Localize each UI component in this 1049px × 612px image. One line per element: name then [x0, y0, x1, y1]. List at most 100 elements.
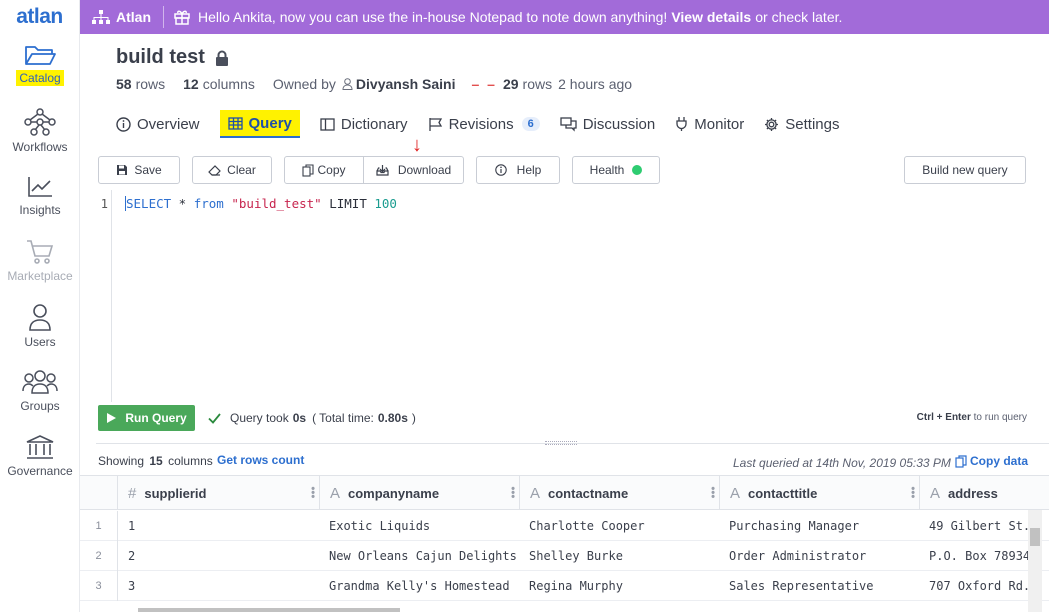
sidebar-item-workflows[interactable]: Workflows — [0, 108, 80, 154]
play-icon — [107, 413, 117, 423]
columns-label: columns — [202, 76, 255, 92]
table-row[interactable]: 2 2 New Orleans Cajun Delights Shelley B… — [80, 541, 1049, 571]
tab-query[interactable]: Query — [219, 110, 300, 138]
column-header-contactname[interactable]: A contactname • • • — [520, 476, 720, 510]
column-name: companyname — [348, 485, 440, 501]
column-header-contacttitle[interactable]: A contacttitle • • • — [720, 476, 920, 510]
health-button[interactable]: Health — [572, 156, 660, 184]
owner-name[interactable]: Divyansh Saini — [356, 76, 456, 92]
flag-icon — [428, 117, 442, 131]
gear-icon — [765, 117, 779, 131]
table-cell[interactable]: Purchasing Manager — [729, 511, 917, 541]
table-cell[interactable]: Grandma Kelly's Homestead — [329, 571, 517, 601]
column-header-address[interactable]: A address — [920, 476, 1049, 510]
workflow-icon — [24, 108, 56, 136]
updated-time: 2 hours ago — [558, 76, 633, 92]
sql-table-name: "build_test" — [231, 196, 322, 211]
table-cell[interactable]: Sales Representative — [729, 571, 917, 601]
table-cell[interactable]: 3 — [128, 571, 318, 601]
table-icon — [227, 116, 243, 130]
tab-discussion[interactable]: Discussion — [560, 110, 655, 138]
query-took-label: Query took — [230, 411, 289, 425]
tab-monitor[interactable]: Monitor — [675, 110, 744, 138]
copy-data-button[interactable]: Copy data — [955, 454, 1028, 468]
table-cell[interactable]: Exotic Liquids — [329, 511, 517, 541]
tab-dictionary[interactable]: Dictionary — [320, 110, 408, 138]
sidebar-item-catalog[interactable]: Catalog — [0, 44, 80, 86]
build-new-query-button[interactable]: Build new query — [904, 156, 1026, 184]
column-menu-icon[interactable]: • • • — [511, 484, 515, 503]
banner-suffix-text: or check later. — [755, 9, 843, 25]
sidebar-item-users[interactable]: Users — [0, 303, 80, 349]
row-number: 1 — [80, 511, 118, 541]
help-button[interactable]: Help — [476, 156, 560, 184]
page-title: build test — [116, 46, 229, 69]
sql-editor[interactable]: 1 SELECT * from "build_test" LIMIT 100 — [96, 190, 1049, 402]
banner-brand: Atlan — [80, 6, 164, 28]
download-icon — [376, 165, 389, 176]
shortcut-text: to run query — [973, 412, 1027, 423]
sidebar: atlan Catalog Workflows Insights Marketp… — [0, 0, 80, 612]
run-query-label: Run Query — [125, 411, 187, 425]
run-query-button[interactable]: Run Query — [98, 405, 195, 431]
download-button[interactable]: Download — [363, 156, 464, 184]
table-cell[interactable]: 1 — [128, 511, 318, 541]
column-menu-icon[interactable]: • • • — [711, 484, 715, 503]
clear-label: Clear — [227, 163, 256, 177]
sidebar-item-label: Marketplace — [7, 269, 73, 283]
total-time-suffix: ) — [411, 411, 416, 425]
bank-icon — [26, 435, 54, 459]
text-type-icon: A — [930, 484, 941, 502]
vertical-scrollbar[interactable] — [1028, 510, 1042, 612]
table-cell[interactable]: Order Administrator — [729, 541, 917, 571]
atlan-logo[interactable]: atlan — [0, 0, 79, 34]
copy-icon — [955, 454, 967, 468]
copy-button[interactable]: Copy — [284, 156, 364, 184]
tab-label: Overview — [137, 115, 200, 133]
tab-label: Query — [248, 114, 292, 132]
sidebar-item-marketplace[interactable]: Marketplace — [0, 239, 80, 283]
table-row[interactable]: 1 1 Exotic Liquids Charlotte Cooper Purc… — [80, 511, 1049, 541]
table-cell[interactable]: Regina Murphy — [529, 571, 717, 601]
resize-handle-icon[interactable] — [545, 441, 577, 445]
health-label: Health — [589, 163, 625, 177]
vertical-scrollbar-thumb[interactable] — [1030, 528, 1040, 546]
column-name: address — [948, 485, 998, 501]
table-row[interactable]: 3 3 Grandma Kelly's Homestead Regina Mur… — [80, 571, 1049, 601]
run-shortcut-hint: Ctrl + Enter to run query — [917, 412, 1027, 423]
table-cell[interactable]: P.O. Box 78934 — [929, 541, 1029, 571]
tab-revisions[interactable]: Revisions 6 — [428, 110, 540, 138]
table-cell[interactable]: Shelley Burke — [529, 541, 717, 571]
tab-label: Settings — [785, 115, 840, 133]
chat-icon — [560, 116, 577, 132]
get-rows-count-link[interactable]: Get rows count — [217, 453, 304, 467]
text-type-icon: A — [530, 484, 541, 502]
save-button[interactable]: Save — [98, 156, 180, 184]
copy-icon — [302, 163, 315, 177]
table-cell[interactable]: Charlotte Cooper — [529, 511, 717, 541]
column-header-companyname[interactable]: A companyname • • • — [320, 476, 520, 510]
table-cell[interactable]: New Orleans Cajun Delights — [329, 541, 517, 571]
table-cell[interactable]: 49 Gilbert St. — [929, 511, 1029, 541]
column-header-supplierid[interactable]: # supplierid • • • — [118, 476, 320, 510]
sql-code-line[interactable]: SELECT * from "build_test" LIMIT 100 — [125, 196, 397, 211]
clear-button[interactable]: Clear — [192, 156, 272, 184]
showing-count: 15 — [149, 454, 163, 468]
info-icon — [116, 116, 131, 132]
table-cell[interactable]: 707 Oxford Rd. — [929, 571, 1029, 601]
column-name: supplierid — [144, 485, 207, 501]
query-took-value: 0s — [292, 411, 307, 425]
sidebar-item-governance[interactable]: Governance — [0, 434, 80, 478]
sql-limit-value: 100 — [374, 196, 397, 211]
sidebar-item-insights[interactable]: Insights — [0, 175, 80, 217]
shortcut-keys: Ctrl + Enter — [916, 412, 971, 423]
sidebar-item-groups[interactable]: Groups — [0, 369, 80, 413]
tab-settings[interactable]: Settings — [764, 110, 839, 138]
table-cell[interactable]: 2 — [128, 541, 318, 571]
line-number: 1 — [100, 197, 108, 211]
tab-overview[interactable]: Overview — [116, 110, 200, 138]
column-menu-icon[interactable]: • • • — [311, 484, 315, 503]
view-details-link[interactable]: View details — [671, 9, 751, 25]
horizontal-scrollbar-thumb[interactable] — [138, 608, 400, 612]
column-menu-icon[interactable]: • • • — [911, 484, 915, 503]
